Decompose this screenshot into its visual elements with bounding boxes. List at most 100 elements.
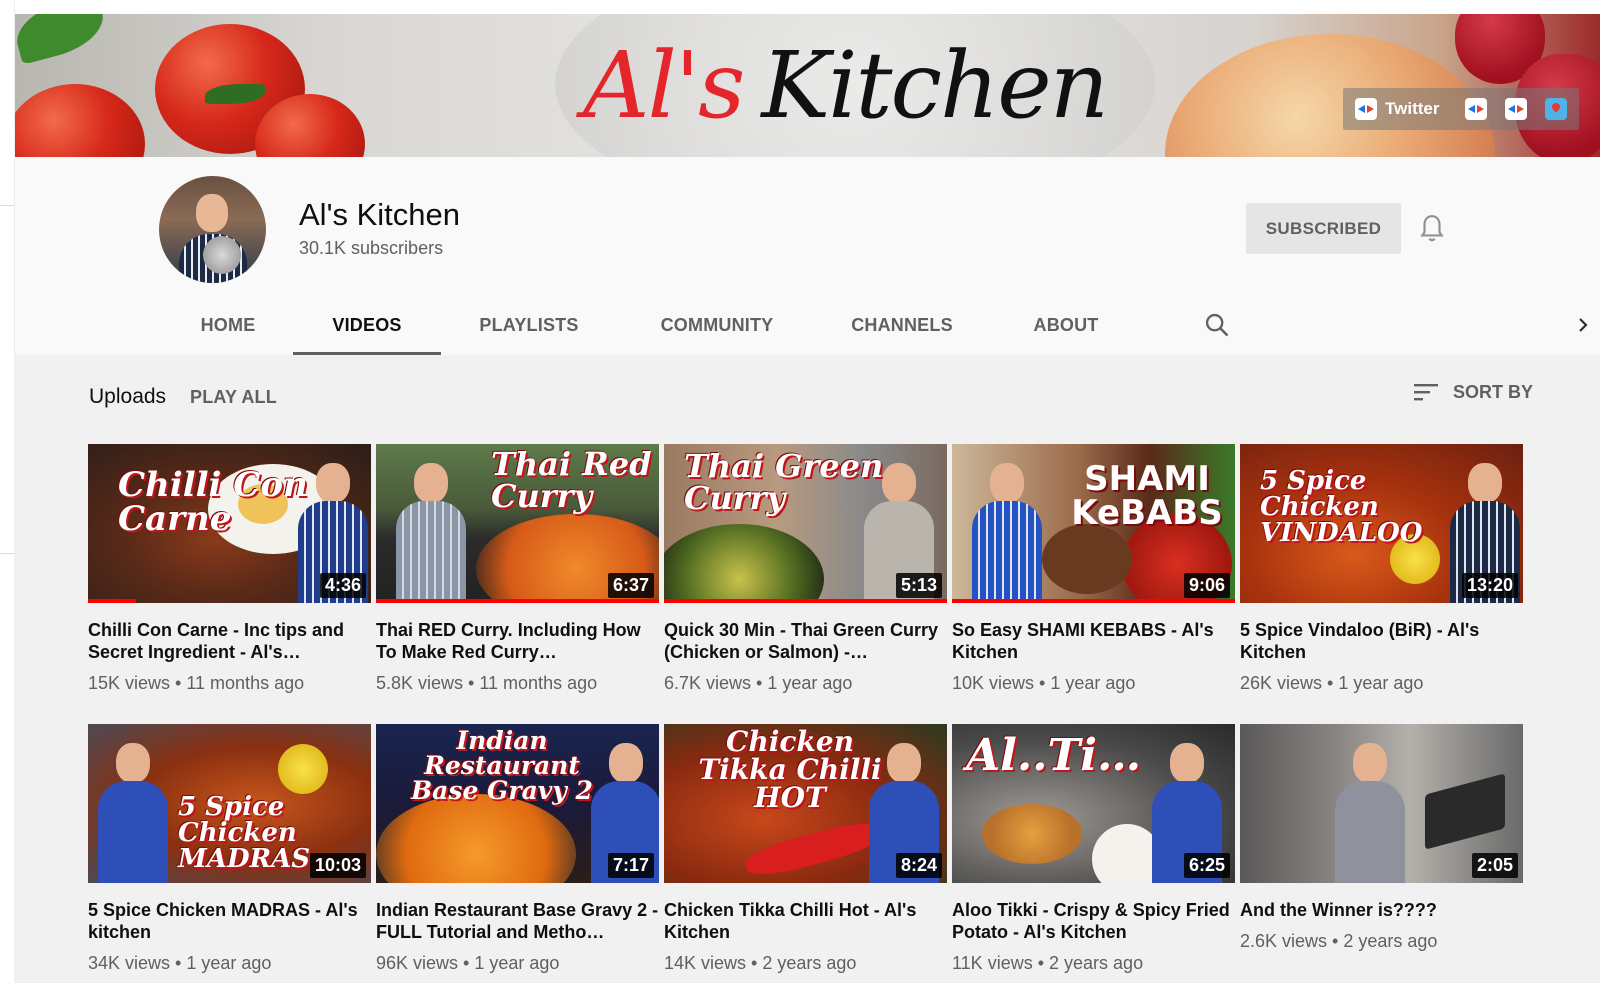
video-thumbnail[interactable]: 5 Spice Chicken VINDALOO 13:20 xyxy=(1240,444,1523,603)
video-duration: 7:17 xyxy=(607,853,654,878)
video-card[interactable]: 2:05 And the Winner is???? 2.6K views • … xyxy=(1240,724,1523,952)
video-views: 96K views xyxy=(376,953,459,973)
thumb-chilli xyxy=(742,816,886,882)
tab-videos[interactable]: VIDEOS xyxy=(293,295,441,355)
video-card[interactable]: Al..Ti… 6:25 Aloo Tikki - Crispy & Spicy… xyxy=(952,724,1235,974)
video-title[interactable]: 5 Spice Chicken MADRAS - Al's kitchen xyxy=(88,899,371,943)
avatar[interactable] xyxy=(159,176,266,283)
video-meta: 6.7K views • 1 year ago xyxy=(664,673,853,693)
video-card[interactable]: Chicken Tikka Chilli HOT 8:24 Chicken Ti… xyxy=(664,724,947,974)
video-title[interactable]: Chicken Tikka Chilli Hot - Al's Kitchen xyxy=(664,899,947,943)
banner-links: Twitter xyxy=(1343,88,1579,130)
video-title[interactable]: Aloo Tikki - Crispy & Spicy Fried Potato… xyxy=(952,899,1235,943)
sort-by-label: SORT BY xyxy=(1453,381,1534,402)
video-duration: 13:20 xyxy=(1461,573,1518,598)
video-duration: 2:05 xyxy=(1471,853,1518,878)
video-thumbnail[interactable]: Thai Red Curry 6:37 xyxy=(376,444,659,603)
video-card[interactable]: 5 Spice Chicken MADRAS 10:03 5 Spice Chi… xyxy=(88,724,371,974)
videos-section: Uploads PLAY ALL SORT BY Chilli Con Carn… xyxy=(15,355,1600,983)
video-duration: 10:03 xyxy=(309,853,366,878)
video-views: 26K views xyxy=(1240,673,1323,693)
link-favicon-icon xyxy=(1505,98,1528,120)
banner-leaf xyxy=(15,14,110,65)
video-title[interactable]: 5 Spice Vindaloo (BiR) - Al's Kitchen xyxy=(1240,619,1523,663)
thumb-text: SHAMI KeBABS xyxy=(1071,459,1223,533)
twitter-link-label: Twitter xyxy=(1385,99,1440,118)
thumb-text: Al..Ti… xyxy=(966,730,1141,781)
video-age: 1 year ago xyxy=(767,673,853,693)
tab-channels[interactable]: CHANNELS xyxy=(841,295,963,355)
video-thumbnail[interactable]: Chicken Tikka Chilli HOT 8:24 xyxy=(664,724,947,883)
video-card[interactable]: Indian Restaurant Base Gravy 2 7:17 Indi… xyxy=(376,724,659,974)
video-views: 11K views xyxy=(952,953,1033,973)
play-all-button[interactable]: PLAY ALL xyxy=(190,387,277,408)
twitter-link[interactable]: Twitter xyxy=(1355,98,1439,120)
video-thumbnail[interactable]: Indian Restaurant Base Gravy 2 7:17 xyxy=(376,724,659,883)
banner-title-als: Al's xyxy=(583,32,745,139)
tab-about[interactable]: ABOUT xyxy=(1020,295,1112,355)
video-meta: 26K views • 1 year ago xyxy=(1240,673,1424,693)
watch-progress-bar xyxy=(952,599,1235,603)
video-thumbnail[interactable]: 2:05 xyxy=(1240,724,1523,883)
video-thumbnail[interactable]: Al..Ti… 6:25 xyxy=(952,724,1235,883)
thumb-text: Thai Green Curry xyxy=(684,447,884,517)
video-card[interactable]: Chilli Con Carne 4:36 Chilli Con Carne -… xyxy=(88,444,371,694)
tab-community[interactable]: COMMUNITY xyxy=(649,295,785,355)
thumb-person xyxy=(1335,743,1405,883)
avatar-face xyxy=(196,194,228,232)
video-title[interactable]: Quick 30 Min - Thai Green Curry (Chicken… xyxy=(664,619,947,663)
divider xyxy=(0,553,14,554)
video-title[interactable]: Indian Restaurant Base Gravy 2 - FULL Tu… xyxy=(376,899,659,943)
divider xyxy=(0,205,14,206)
video-age: 2 years ago xyxy=(1049,953,1144,973)
thumb-tikki xyxy=(982,804,1082,864)
video-age: 2 years ago xyxy=(762,953,857,973)
thumb-text: Chilli Con Carne xyxy=(118,465,308,539)
thumb-gravy xyxy=(376,794,576,883)
video-views: 6.7K views xyxy=(664,673,752,693)
video-thumbnail[interactable]: SHAMI KeBABS 9:06 xyxy=(952,444,1235,603)
video-title[interactable]: And the Winner is???? xyxy=(1240,899,1523,921)
video-thumbnail[interactable]: Chilli Con Carne 4:36 xyxy=(88,444,371,603)
search-icon[interactable] xyxy=(1203,311,1231,339)
thumb-chef xyxy=(98,743,168,883)
notification-bell-icon[interactable] xyxy=(1419,214,1445,244)
video-views: 34K views xyxy=(88,953,171,973)
video-card[interactable]: SHAMI KeBABS 9:06 So Easy SHAMI KEBABS -… xyxy=(952,444,1235,694)
channel-banner: Al's Kitchen Twitter xyxy=(15,14,1600,157)
location-pin-icon xyxy=(1545,98,1568,120)
tab-playlists[interactable]: PLAYLISTS xyxy=(467,295,591,355)
sort-by-button[interactable]: SORT BY xyxy=(1413,381,1533,403)
video-age: 1 year ago xyxy=(1338,673,1424,693)
video-age: 11 months ago xyxy=(186,673,305,693)
section-title: Uploads xyxy=(89,385,167,408)
social-link-3[interactable] xyxy=(1505,98,1528,120)
chevron-right-icon[interactable] xyxy=(1571,313,1595,337)
tab-home[interactable]: HOME xyxy=(183,295,273,355)
video-meta: 5.8K views • 11 months ago xyxy=(376,673,598,693)
video-title[interactable]: Thai RED Curry. Including How To Make Re… xyxy=(376,619,659,663)
video-title[interactable]: Chilli Con Carne - Inc tips and Secret I… xyxy=(88,619,371,663)
thumb-text: Chicken Tikka Chilli HOT xyxy=(698,725,882,814)
thumb-monitor xyxy=(1425,773,1505,850)
video-thumbnail[interactable]: Thai Green Curry 5:13 xyxy=(664,444,947,603)
video-age: 1 year ago xyxy=(1050,673,1136,693)
avatar-pan xyxy=(203,236,241,274)
thumb-kebab xyxy=(1042,524,1132,594)
video-views: 15K views xyxy=(88,673,171,693)
video-meta: 15K views • 11 months ago xyxy=(88,673,305,693)
video-card[interactable]: Thai Red Curry 6:37 Thai RED Curry. Incl… xyxy=(376,444,659,694)
video-views: 5.8K views xyxy=(376,673,464,693)
video-age: 1 year ago xyxy=(474,953,560,973)
video-card[interactable]: Thai Green Curry 5:13 Quick 30 Min - Tha… xyxy=(664,444,947,694)
watch-progress-bar xyxy=(664,599,947,603)
location-link[interactable] xyxy=(1545,98,1568,120)
social-link-2[interactable] xyxy=(1465,98,1488,120)
video-meta: 96K views • 1 year ago xyxy=(376,953,560,973)
link-favicon-icon xyxy=(1465,98,1488,120)
subscribed-button[interactable]: SUBSCRIBED xyxy=(1246,203,1401,254)
video-age: 1 year ago xyxy=(186,953,272,973)
video-thumbnail[interactable]: 5 Spice Chicken MADRAS 10:03 xyxy=(88,724,371,883)
video-card[interactable]: 5 Spice Chicken VINDALOO 13:20 5 Spice V… xyxy=(1240,444,1523,694)
video-title[interactable]: So Easy SHAMI KEBABS - Al's Kitchen xyxy=(952,619,1235,663)
